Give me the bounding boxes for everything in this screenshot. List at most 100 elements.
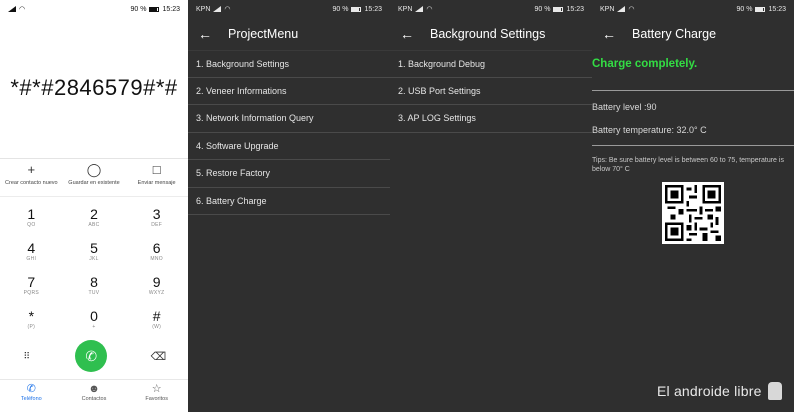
menu-item-background-debug[interactable]: 1. Background Debug	[390, 50, 592, 78]
page-title: ProjectMenu	[228, 27, 299, 41]
battery-percent: 90 %	[130, 5, 147, 13]
menu-item-veneer-informations[interactable]: 2. Veneer Informations	[188, 78, 390, 105]
divider	[0, 379, 188, 380]
save-existing-button[interactable]: ◯ Guardar en existente	[63, 162, 125, 187]
tab-contactos[interactable]: ☻ Contactos	[66, 383, 121, 402]
menu-item-network-information-query[interactable]: 3. Network Information Query	[188, 105, 390, 133]
key-digit: 9	[152, 274, 161, 290]
carrier: KPN	[196, 5, 211, 13]
keypad: 1 QO 2 ABC 3 DEF 4 GHI 5 JKL 6 MNO 7 PQRS 8 TUV …	[0, 206, 188, 342]
back-arrow-icon[interactable]: ←	[198, 26, 222, 42]
key-0[interactable]: 0 +	[63, 308, 126, 342]
project-menu-screen: KPN ◠ 90 % 15:23 ← ProjectMenu 1. Backgrou…	[188, 0, 390, 412]
tab-label: Contactos	[81, 396, 107, 402]
battery-temperature: Battery temperature: 32.0° C	[592, 124, 707, 135]
dialed-number: *#*#2846579#*#	[10, 75, 178, 100]
battery-level: Battery level :90	[592, 101, 657, 112]
backspace-icon[interactable]: ⌫	[151, 350, 167, 363]
battery-charge-screen: KPN ◠ 90 % 15:23 ← Battery Charge Charge c…	[592, 0, 794, 412]
status-bar: KPN ◠ 90 % 15:23	[390, 0, 592, 18]
key-letters: JKL	[89, 256, 99, 262]
wifi-icon: ◠	[19, 6, 26, 13]
person-icon: ◯	[86, 162, 102, 177]
tab-label: Favoritos	[145, 396, 168, 402]
menu-item-background-settings[interactable]: 1. Background Settings	[188, 50, 390, 78]
phone-icon: ✆	[85, 347, 98, 364]
key-3[interactable]: 3 DEF	[125, 206, 188, 240]
tab-label: Teléfono	[20, 396, 42, 402]
clock: 15:23	[364, 5, 382, 13]
app-bar: ← Battery Charge	[592, 18, 794, 50]
key-digit: 2	[90, 206, 98, 222]
qr-code	[662, 182, 724, 244]
key-letters: QO	[27, 222, 36, 228]
bottom-tabs: ✆ Teléfono ☻ Contactos ☆ Favoritos	[0, 383, 188, 402]
key-letters: (W)	[152, 324, 162, 330]
key-6[interactable]: 6 MNO	[125, 240, 188, 274]
key-letters: GHI	[26, 256, 37, 262]
key-star[interactable]: * (P)	[0, 308, 63, 342]
clock: 15:23	[566, 5, 584, 13]
key-digit: #	[152, 308, 161, 324]
divider	[592, 90, 794, 91]
project-menu-list: 1. Background Settings 2. Veneer Informa…	[188, 50, 390, 215]
call-button[interactable]: ✆	[75, 340, 108, 372]
key-letters: TUV	[88, 290, 100, 296]
image-edge	[794, 0, 809, 412]
menu-item-usb-port-settings[interactable]: 2. USB Port Settings	[390, 78, 592, 105]
menu-item-battery-charge[interactable]: 6. Battery Charge	[188, 188, 390, 215]
key-8[interactable]: 8 TUV	[63, 274, 126, 308]
divider	[592, 145, 794, 146]
phone-icon: ✆	[26, 383, 36, 395]
back-arrow-icon[interactable]: ←	[400, 26, 424, 42]
divider	[0, 158, 188, 159]
background-settings-list: 1. Background Debug 2. USB Port Settings…	[390, 50, 592, 133]
dialpad-grid-icon[interactable]: ⠿	[22, 351, 32, 362]
key-letters: +	[92, 324, 96, 330]
key-7[interactable]: 7 PQRS	[0, 274, 63, 308]
save-existing-label: Guardar en existente	[68, 180, 120, 186]
key-letters: MNO	[150, 256, 163, 262]
watermark-text: El androide libre	[657, 383, 762, 399]
battery-icon	[553, 6, 564, 12]
key-digit: 7	[27, 274, 36, 290]
app-bar: ← ProjectMenu	[188, 18, 390, 50]
qr-code-icon	[665, 185, 721, 241]
battery-percent: 90 %	[332, 5, 349, 13]
dialer-actions: + Crear contacto nuevo ◯ Guardar en exis…	[0, 162, 188, 187]
key-4[interactable]: 4 GHI	[0, 240, 63, 274]
tab-favoritos[interactable]: ☆ Favoritos	[129, 383, 184, 402]
menu-item-restore-factory[interactable]: 5. Restore Factory	[188, 160, 390, 188]
app-bar: ← Background Settings	[390, 18, 592, 50]
battery-icon	[351, 6, 362, 12]
dialer-bottom-row: ⠿ ✆ ⌫	[0, 340, 188, 372]
dialer-screen: ◠ 90 % 15:23 *#*#2846579#*# + Crear conta…	[0, 0, 188, 412]
key-5[interactable]: 5 JKL	[63, 240, 126, 274]
key-letters: DEF	[151, 222, 163, 228]
create-contact-label: Crear contacto nuevo	[5, 180, 58, 186]
menu-item-software-upgrade[interactable]: 4. Software Upgrade	[188, 133, 390, 160]
message-icon: □	[152, 162, 161, 177]
key-2[interactable]: 2 ABC	[63, 206, 126, 240]
key-digit: 4	[27, 240, 36, 256]
key-letters: (P)	[27, 324, 36, 330]
signal-icon	[617, 6, 626, 12]
back-arrow-icon[interactable]: ←	[602, 26, 626, 42]
charge-status: Charge completely.	[592, 58, 698, 70]
send-message-button[interactable]: □ Enviar mensaje	[126, 162, 188, 187]
status-bar: KPN ◠ 90 % 15:23	[188, 0, 390, 18]
menu-item-ap-log-settings[interactable]: 3. AP LOG Settings	[390, 105, 592, 133]
android-robot-icon	[767, 382, 782, 400]
key-digit: 5	[90, 240, 98, 256]
key-1[interactable]: 1 QO	[0, 206, 63, 240]
battery-percent: 90 %	[736, 5, 753, 13]
key-hash[interactable]: # (W)	[125, 308, 188, 342]
key-digit: 1	[27, 206, 36, 222]
signal-icon	[415, 6, 424, 12]
tab-telefono[interactable]: ✆ Teléfono	[4, 383, 59, 402]
send-message-label: Enviar mensaje	[137, 180, 176, 186]
wifi-icon: ◠	[426, 6, 433, 13]
key-9[interactable]: 9 WXYZ	[125, 274, 188, 308]
create-contact-button[interactable]: + Crear contacto nuevo	[0, 163, 62, 187]
battery-icon	[149, 6, 160, 12]
